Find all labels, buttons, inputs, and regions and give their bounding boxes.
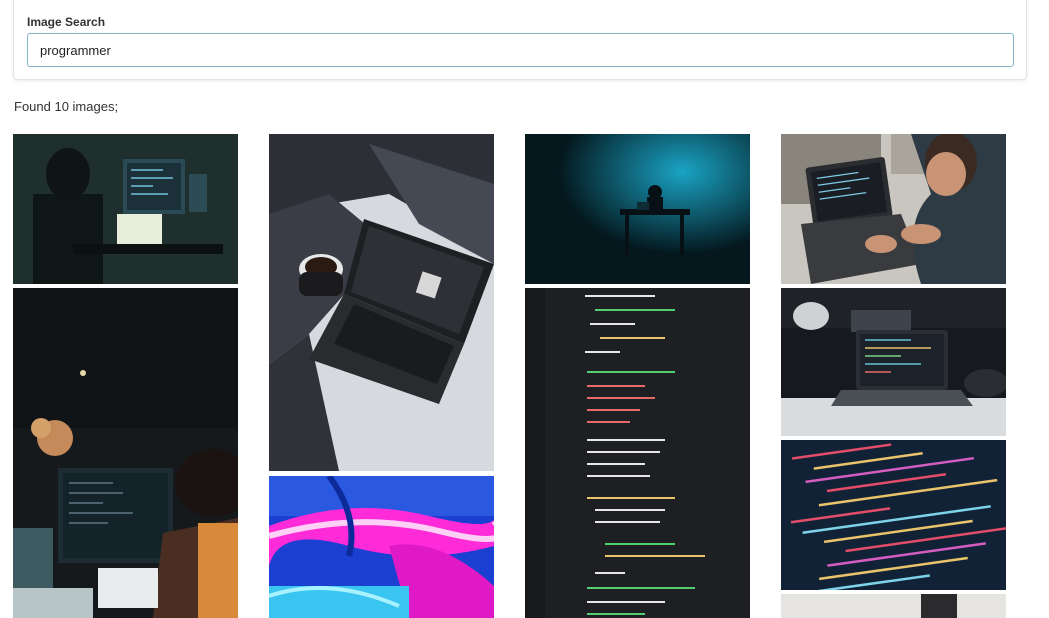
image-tile-7[interactable] bbox=[781, 134, 1006, 284]
search-label: Image Search bbox=[27, 15, 106, 29]
image-tile-8[interactable] bbox=[781, 288, 1006, 436]
search-input[interactable] bbox=[27, 33, 1014, 67]
image-tile-2[interactable] bbox=[13, 288, 238, 618]
image-tile-3[interactable] bbox=[269, 134, 494, 471]
image-tile-4[interactable] bbox=[269, 476, 494, 618]
image-tile-5[interactable] bbox=[525, 134, 750, 284]
image-tile-1[interactable] bbox=[13, 134, 238, 284]
results-count: Found 10 images; bbox=[14, 99, 119, 114]
image-tile-9[interactable] bbox=[781, 440, 1006, 590]
image-tile-6[interactable] bbox=[525, 288, 750, 618]
image-tile-10[interactable] bbox=[781, 594, 1006, 618]
